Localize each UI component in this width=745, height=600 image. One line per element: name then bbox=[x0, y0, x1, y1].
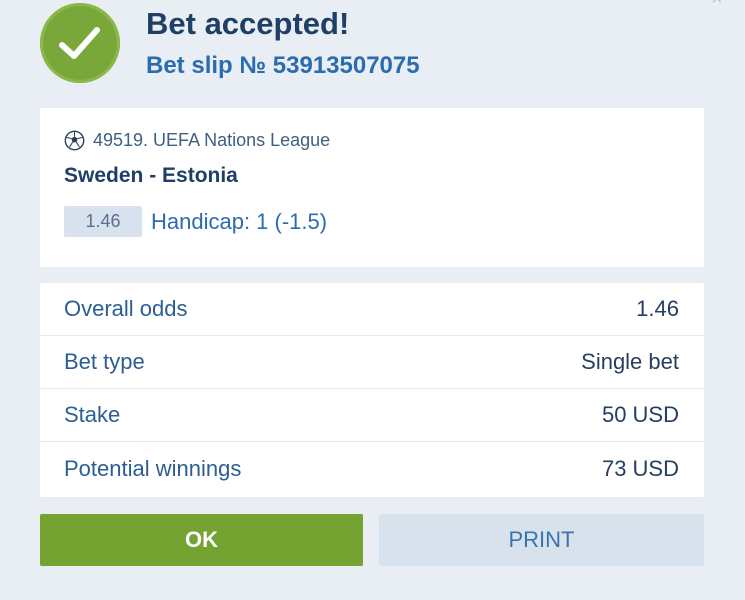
soccer-ball-icon bbox=[64, 130, 85, 151]
summary-value: 73 USD bbox=[601, 455, 679, 481]
match-name: Sweden - Estonia bbox=[64, 164, 238, 187]
summary-value: Single bet bbox=[581, 349, 679, 374]
print-button[interactable]: PRINT bbox=[379, 514, 704, 566]
bet-summary: Overall odds 1.46 Bet type Single bet St… bbox=[40, 283, 704, 497]
bet-confirmation-header: Bet accepted! Bet slip № 53913507075 bbox=[40, 0, 700, 100]
checkmark-icon bbox=[40, 3, 120, 83]
ok-button[interactable]: OK bbox=[40, 514, 363, 566]
league-line: 49519. UEFA Nations League bbox=[64, 130, 330, 151]
close-icon[interactable]: × bbox=[711, 0, 735, 9]
bet-slip-number: Bet slip № 53913507075 bbox=[146, 52, 420, 79]
summary-row-bet-type: Bet type Single bet bbox=[40, 336, 704, 389]
odds-chip: 1.46 bbox=[64, 206, 142, 237]
summary-value: 1.46 bbox=[636, 296, 679, 321]
page-title: Bet accepted! bbox=[146, 6, 350, 41]
event-card: 49519. UEFA Nations League Sweden - Esto… bbox=[40, 108, 704, 267]
summary-row-stake: Stake 50 USD bbox=[40, 389, 704, 442]
summary-label: Potential winnings bbox=[64, 455, 242, 481]
summary-label: Bet type bbox=[64, 349, 145, 374]
summary-label: Stake bbox=[64, 402, 121, 427]
summary-value: 50 USD bbox=[601, 402, 679, 427]
market-selection: Handicap: 1 (-1.5) bbox=[151, 209, 328, 234]
summary-label: Overall odds bbox=[64, 296, 188, 321]
summary-row-overall-odds: Overall odds 1.46 bbox=[40, 283, 704, 336]
league-name: 49519. UEFA Nations League bbox=[93, 130, 331, 150]
summary-row-potential-winnings: Potential winnings 73 USD bbox=[40, 442, 704, 495]
